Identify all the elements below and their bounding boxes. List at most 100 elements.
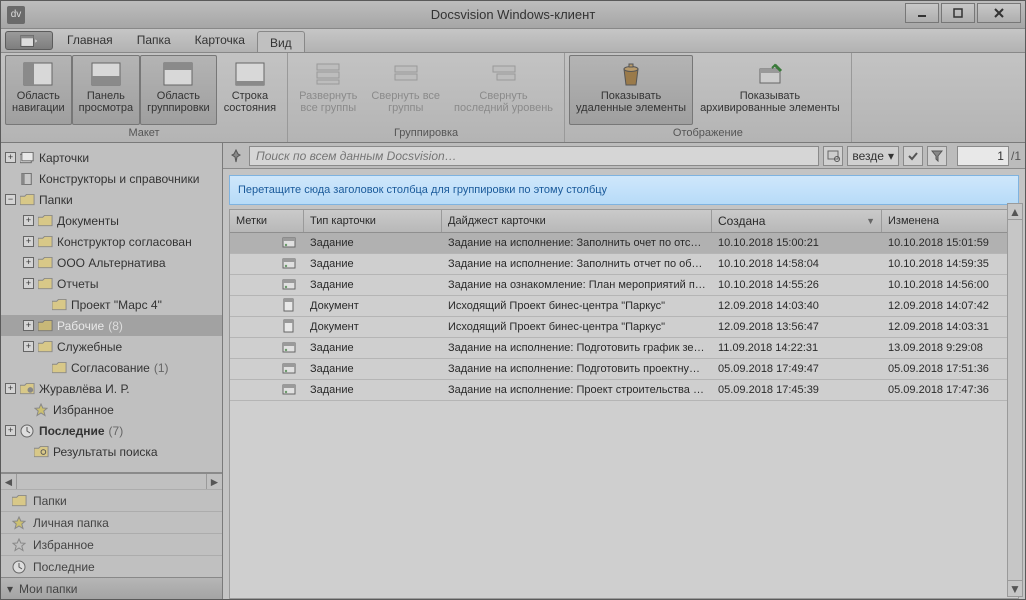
- col-modified[interactable]: Изменена: [882, 210, 1018, 232]
- folder-icon: [37, 256, 53, 270]
- cell-type: Задание: [304, 363, 442, 375]
- sort-desc-icon: ▼: [866, 216, 875, 226]
- cell-modified: 05.09.2018 17:47:36: [882, 384, 1018, 396]
- tab-main[interactable]: Главная: [55, 29, 125, 52]
- minimize-button[interactable]: [905, 3, 939, 23]
- pin-icon[interactable]: [227, 147, 245, 165]
- tree-zhurav[interactable]: +Журавлёва И. Р.: [1, 378, 222, 399]
- tab-card[interactable]: Карточка: [183, 29, 257, 52]
- tree-search-results[interactable]: Результаты поиска: [1, 441, 222, 462]
- status-bar-button[interactable]: Строка состояния: [217, 55, 283, 125]
- ribbon-tabs: Главная Папка Карточка Вид: [1, 29, 1025, 53]
- tree-hscroll[interactable]: ◄►: [1, 473, 222, 489]
- tree-folders[interactable]: −Папки: [1, 189, 222, 210]
- nav-recent[interactable]: Последние: [1, 555, 222, 577]
- folder-icon: [37, 277, 53, 291]
- cell-marks: [230, 319, 304, 336]
- cell-created: 12.09.2018 13:56:47: [712, 321, 882, 333]
- table-row[interactable]: ЗаданиеЗадание на исполнение: Заполнить …: [230, 233, 1018, 254]
- tree-favorites[interactable]: Избранное: [1, 399, 222, 420]
- col-type[interactable]: Тип карточки: [304, 210, 442, 232]
- tree-service[interactable]: +Служебные: [1, 336, 222, 357]
- table-row[interactable]: ЗаданиеЗадание на исполнение: Заполнить …: [230, 254, 1018, 275]
- search-input[interactable]: [249, 146, 819, 166]
- tree-reports[interactable]: +Отчеты: [1, 273, 222, 294]
- cell-modified: 10.10.2018 15:01:59: [882, 237, 1018, 249]
- table-row[interactable]: ЗаданиеЗадание на исполнение: Подготовит…: [230, 359, 1018, 380]
- tree-cards[interactable]: +Карточки: [1, 147, 222, 168]
- tab-folder[interactable]: Папка: [125, 29, 183, 52]
- cell-marks: [230, 361, 304, 378]
- layout-status-icon: [234, 60, 266, 88]
- tab-view[interactable]: Вид: [257, 31, 305, 52]
- cell-created: 11.09.2018 14:22:31: [712, 342, 882, 354]
- tree-approval-ctor[interactable]: +Конструктор согласован: [1, 231, 222, 252]
- card-grid: Метки Тип карточки Дайджест карточки Соз…: [229, 209, 1019, 599]
- cell-type: Задание: [304, 384, 442, 396]
- tree-ooo-alt[interactable]: +ООО Альтернатива: [1, 252, 222, 273]
- cell-type: Документ: [304, 300, 442, 312]
- nav-buttons: Папки Личная папка Избранное Последние: [1, 489, 222, 577]
- folder-tree[interactable]: +Карточки Конструкторы и справочники −Па…: [1, 143, 222, 473]
- search-scope[interactable]: везде▾: [847, 146, 899, 166]
- cell-digest: Исходящий Проект бинес-центра "Паркус": [442, 300, 712, 312]
- folder-icon: [37, 319, 53, 333]
- card-type-icon: [282, 319, 296, 336]
- cell-digest: Задание на исполнение: Проект строительс…: [442, 384, 712, 396]
- table-row[interactable]: ДокументИсходящий Проект бинес-центра "П…: [230, 317, 1018, 338]
- scroll-up-icon[interactable]: ▲: [1008, 204, 1022, 220]
- collapse-last-button[interactable]: Свернуть последний уровень: [447, 55, 560, 125]
- cell-created: 10.10.2018 14:58:04: [712, 258, 882, 270]
- tree-mars[interactable]: Проект "Марс 4": [1, 294, 222, 315]
- show-deleted-button[interactable]: Показывать удаленные элементы: [569, 55, 693, 125]
- grouping-group-label: Группировка: [292, 125, 560, 142]
- nav-personal[interactable]: Личная папка: [1, 511, 222, 533]
- table-row[interactable]: ЗаданиеЗадание на исполнение: Проект стр…: [230, 380, 1018, 401]
- col-digest[interactable]: Дайджест карточки: [442, 210, 712, 232]
- filter-icon[interactable]: [927, 146, 947, 166]
- nav-favorites[interactable]: Избранное: [1, 533, 222, 555]
- tree-constructors[interactable]: Конструкторы и справочники: [1, 168, 222, 189]
- layout-preview-icon: [90, 60, 122, 88]
- search-check-icon[interactable]: [903, 146, 923, 166]
- search-options-icon[interactable]: [823, 146, 843, 166]
- page-input[interactable]: [957, 146, 1009, 166]
- scroll-down-icon[interactable]: ▼: [1008, 580, 1022, 596]
- star-icon: [11, 515, 27, 531]
- chevron-down-icon: ▾: [888, 149, 894, 163]
- ribbon: Область навигации Панель просмотра Облас…: [1, 53, 1025, 143]
- preview-panel-button[interactable]: Панель просмотра: [72, 55, 140, 125]
- group-area-button[interactable]: Область группировки: [140, 55, 217, 125]
- collapse-all-icon: [390, 60, 422, 88]
- grid-rows: ЗаданиеЗадание на исполнение: Заполнить …: [230, 233, 1018, 401]
- tree-recent[interactable]: +Последние(7): [1, 420, 222, 441]
- expand-all-button[interactable]: Развернуть все группы: [292, 55, 364, 125]
- vertical-scrollbar[interactable]: ▲ ▼: [1007, 203, 1023, 597]
- table-row[interactable]: ЗаданиеЗадание на исполнение: Подготовит…: [230, 338, 1018, 359]
- col-created[interactable]: Создана▼: [712, 210, 882, 232]
- clock-icon: [11, 559, 27, 575]
- close-button[interactable]: [977, 3, 1021, 23]
- search-folder-icon: [33, 445, 49, 459]
- nav-my-folders[interactable]: ▾Мои папки: [1, 577, 222, 599]
- group-drop-area[interactable]: Перетащите сюда заголовок столбца для гр…: [229, 175, 1019, 205]
- tree-approval[interactable]: Согласование(1): [1, 357, 222, 378]
- show-archived-button[interactable]: Показывать архивированные элементы: [693, 55, 847, 125]
- nav-area-button[interactable]: Область навигации: [5, 55, 72, 125]
- card-type-icon: [282, 382, 296, 399]
- table-row[interactable]: ЗаданиеЗадание на ознакомление: План мер…: [230, 275, 1018, 296]
- tree-work[interactable]: +Рабочие(8): [1, 315, 222, 336]
- collapse-all-button[interactable]: Свернуть все группы: [364, 55, 447, 125]
- cell-type: Задание: [304, 342, 442, 354]
- maximize-button[interactable]: [941, 3, 975, 23]
- col-marks[interactable]: Метки: [230, 210, 304, 232]
- main-area: везде▾ /1 Перетащите сюда заголовок стол…: [223, 143, 1025, 599]
- file-menu-button[interactable]: [5, 31, 53, 50]
- card-type-icon: [282, 277, 296, 294]
- table-row[interactable]: ДокументИсходящий Проект бинес-центра "П…: [230, 296, 1018, 317]
- tree-documents[interactable]: +Документы: [1, 210, 222, 231]
- folder-icon: [19, 193, 35, 207]
- folder-icon: [37, 235, 53, 249]
- nav-folders[interactable]: Папки: [1, 489, 222, 511]
- layout-nav-icon: [22, 60, 54, 88]
